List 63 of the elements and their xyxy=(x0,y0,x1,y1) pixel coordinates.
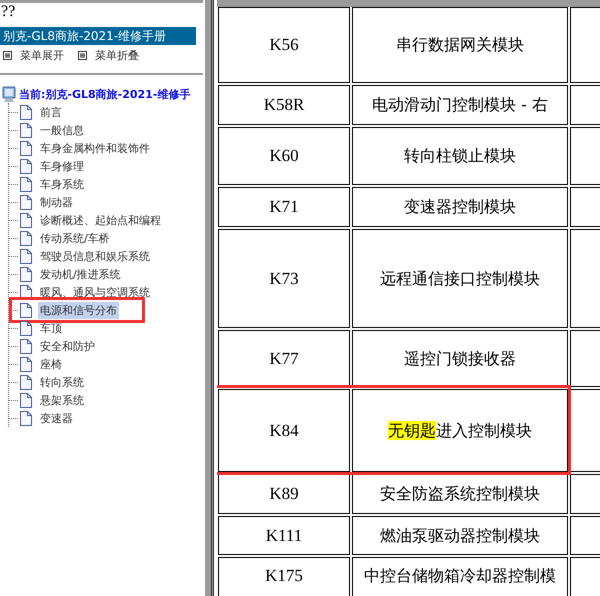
document-icon xyxy=(19,122,32,138)
document-icon xyxy=(19,320,32,336)
table-cell: K111 xyxy=(218,516,350,555)
tree-item[interactable]: 驾驶员信息和娱乐系统 xyxy=(38,248,152,264)
table-cell: K56 xyxy=(218,7,350,83)
tree-item[interactable]: 转向系统 xyxy=(38,374,86,390)
tree-item[interactable]: 座椅 xyxy=(38,356,64,372)
document-icon xyxy=(19,194,32,210)
table-cell: 变速器控制模块 xyxy=(352,187,568,227)
table-cell: K60 xyxy=(218,127,350,185)
document-icon xyxy=(19,302,32,318)
table-cell: 无钥匙进入控制模块 xyxy=(352,389,568,472)
menu-link[interactable]: 菜单折叠 xyxy=(95,48,139,62)
document-icon xyxy=(19,410,32,426)
tree-item[interactable]: 车身系统 xyxy=(38,176,86,192)
document-icon xyxy=(19,248,32,264)
document-icon xyxy=(19,374,32,390)
table-cell: K84 xyxy=(218,389,350,472)
list-icon xyxy=(78,50,87,60)
table-cell: 转向柱锁止模块 xyxy=(352,127,568,185)
document-icon xyxy=(19,176,32,192)
tree-item[interactable]: 一般信息 xyxy=(38,122,86,138)
table-cell: 安全防盗系统控制模块 xyxy=(352,474,568,514)
table-cell: 远程通信接口控制模块 xyxy=(352,229,568,328)
tree-item[interactable]: 变速器 xyxy=(38,410,75,426)
table-cell: 电动滑动门控制模块 - 右 xyxy=(352,85,568,125)
tree-root[interactable]: 当前:别克-GL8商旅-2021-维修手 xyxy=(19,86,190,102)
document-icon xyxy=(19,392,32,408)
document-icon xyxy=(19,158,32,174)
document-icon xyxy=(19,104,32,120)
tree-item[interactable]: 车身修理 xyxy=(38,158,86,174)
manual-title: 别克-GL8商旅-2021-维修手册 xyxy=(0,27,196,45)
tree-item[interactable]: 车顶 xyxy=(38,320,64,336)
document-icon xyxy=(19,140,32,156)
table-cell: 燃油泵驱动器控制模块 xyxy=(352,516,568,555)
tree-item[interactable]: 电源和信号分布 xyxy=(38,302,119,318)
table-cell: K77 xyxy=(218,330,350,387)
table-cell: 遥控门锁接收器 xyxy=(352,330,568,387)
table-cell: K71 xyxy=(218,187,350,227)
table-cell: K89 xyxy=(218,474,350,514)
document-icon xyxy=(19,356,32,372)
document-icon xyxy=(19,230,32,246)
status-text: ?? xyxy=(0,3,16,22)
document-icon xyxy=(19,212,32,228)
tree-item[interactable]: 暖风、通风与空调系统 xyxy=(38,284,152,300)
table-cell: K73 xyxy=(218,229,350,328)
tree-item[interactable]: 传动系统/车桥 xyxy=(38,230,112,246)
tree-item[interactable]: 车身金属构件和装饰件 xyxy=(38,140,152,156)
tree-item[interactable]: 安全和防护 xyxy=(38,338,97,354)
table-cell: K58R xyxy=(218,85,350,125)
document-icon xyxy=(19,266,32,282)
tree-item[interactable]: 诊断概述、起始点和编程 xyxy=(38,212,163,228)
list-icon xyxy=(3,50,12,60)
table-cell: 中控台储物箱冷却器控制模 xyxy=(352,557,568,596)
computer-icon xyxy=(2,86,16,102)
document-icon xyxy=(19,338,32,354)
tree-item[interactable]: 前言 xyxy=(38,104,64,120)
tree-item[interactable]: 悬架系统 xyxy=(38,392,86,408)
tree-item[interactable]: 发动机/推进系统 xyxy=(38,266,123,282)
table-cell: K175 xyxy=(218,557,350,596)
tree-item[interactable]: 制动器 xyxy=(38,194,75,210)
table-cell: 串行数据网关模块 xyxy=(352,7,568,83)
menu-link[interactable]: 菜单展开 xyxy=(20,48,64,62)
